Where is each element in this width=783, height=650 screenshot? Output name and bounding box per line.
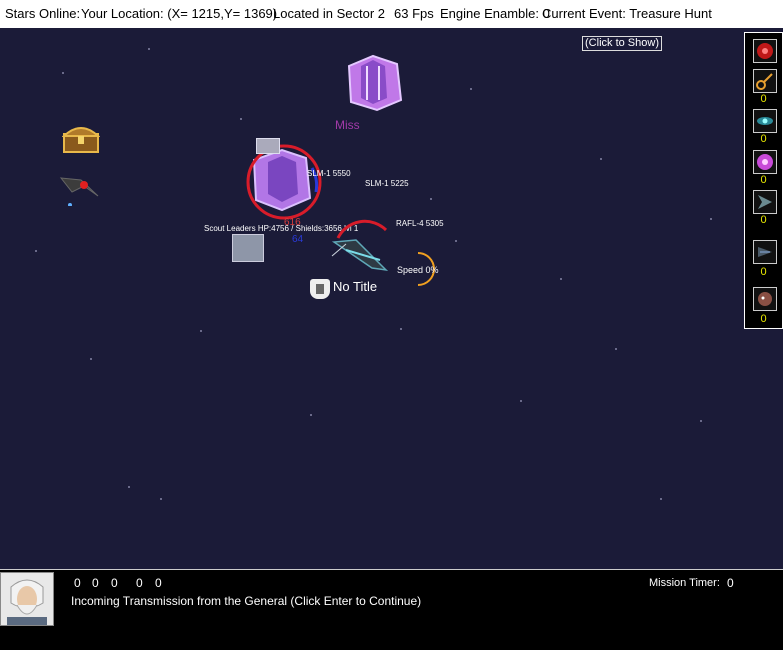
enemy-drone-icon[interactable] xyxy=(58,166,104,206)
targeted-enemy-ship-icon[interactable] xyxy=(242,144,326,220)
star xyxy=(200,330,202,332)
stat-value: 0 xyxy=(136,576,143,590)
treasure-chest-icon[interactable] xyxy=(62,124,100,154)
inventory-count: 0 xyxy=(760,313,767,325)
inventory-count: 0 xyxy=(760,266,767,278)
cyan-eye-icon xyxy=(757,117,773,125)
mission-timer-label: Mission Timer: xyxy=(649,577,720,589)
pilot-face-icon xyxy=(758,292,772,306)
star xyxy=(128,486,130,488)
location-readout: Your Location: (X= 1215,Y= 1369) xyxy=(81,6,278,21)
key-icon xyxy=(756,73,773,90)
star xyxy=(430,198,432,200)
star xyxy=(560,278,562,280)
star xyxy=(62,72,64,74)
transmission-message[interactable]: Incoming Transmission from the General (… xyxy=(71,594,421,608)
wing-part-icon xyxy=(758,195,772,209)
general-portrait xyxy=(0,572,54,626)
engine-readout: Engine Enamble: 0 xyxy=(440,6,550,21)
target-label: SLM-1 5225 xyxy=(365,179,409,188)
sector-readout: Located in Sector 2 xyxy=(273,6,386,21)
star xyxy=(700,420,702,422)
click-to-show-button[interactable]: (Click to Show) xyxy=(582,36,662,51)
pink-orb-icon xyxy=(757,154,773,170)
inventory-slot-face[interactable] xyxy=(753,287,777,311)
inventory-slot-key[interactable] xyxy=(753,69,777,93)
inventory-count: 0 xyxy=(760,133,767,145)
player-name: No Title xyxy=(333,279,378,294)
scout-leader-ship-icon[interactable] xyxy=(232,234,264,262)
star xyxy=(455,240,457,242)
star xyxy=(400,328,402,330)
player-ship-icon[interactable] xyxy=(320,210,400,286)
star xyxy=(160,498,162,500)
star xyxy=(90,358,92,360)
rank-badge-icon xyxy=(310,279,330,299)
game-viewport[interactable]: (Click to Show) Miss 616 SLM-1 5550 SLM-… xyxy=(0,28,783,569)
star xyxy=(660,498,662,500)
status-bar: Stars Online: Your Location: (X= 1215,Y=… xyxy=(0,0,783,28)
ship-part-icon xyxy=(758,247,772,257)
star xyxy=(615,348,617,350)
star xyxy=(240,118,242,120)
stat-value: 0 xyxy=(155,576,162,590)
star xyxy=(35,250,37,252)
stars-online-label: Stars Online: xyxy=(5,6,81,21)
current-event: Current Event: Treasure Hunt xyxy=(542,6,712,21)
star xyxy=(710,218,712,220)
target-label: SLM-1 5550 xyxy=(307,169,351,178)
cargo-drone-icon[interactable] xyxy=(256,138,280,154)
star xyxy=(600,158,602,160)
stat-value: 0 xyxy=(92,576,99,590)
stat-value: 0 xyxy=(111,576,118,590)
miss-text: Miss xyxy=(335,118,360,132)
star xyxy=(310,414,312,416)
scout-number: 64 xyxy=(292,234,304,245)
star xyxy=(148,48,150,50)
inventory-slot-orb[interactable] xyxy=(753,150,777,174)
fps-readout: 63 Fps xyxy=(394,6,434,21)
inventory-count: 0 xyxy=(760,174,767,186)
star xyxy=(520,400,522,402)
inventory-count: 0 xyxy=(760,214,767,226)
crystal-cruiser-icon[interactable] xyxy=(343,54,405,112)
mission-timer-value: 0 xyxy=(727,576,734,590)
speed-label: Speed 0% xyxy=(397,265,439,275)
general-avatar-icon xyxy=(1,573,53,625)
inventory-slot-core[interactable] xyxy=(753,39,777,63)
target-label: RAFL-4 5305 xyxy=(396,219,444,228)
inventory-slot-wing[interactable] xyxy=(753,190,777,214)
inventory-count: 0 xyxy=(760,93,767,105)
inventory-slot-ship[interactable] xyxy=(753,240,777,264)
star xyxy=(470,88,472,90)
stat-value: 0 xyxy=(74,576,81,590)
message-panel: 0 0 0 0 0 Incoming Transmission from the… xyxy=(0,569,783,650)
red-core-icon xyxy=(757,43,773,59)
inventory-slot-eye[interactable] xyxy=(753,109,777,133)
inventory-panel: 0 0 0 0 0 0 xyxy=(744,32,783,329)
